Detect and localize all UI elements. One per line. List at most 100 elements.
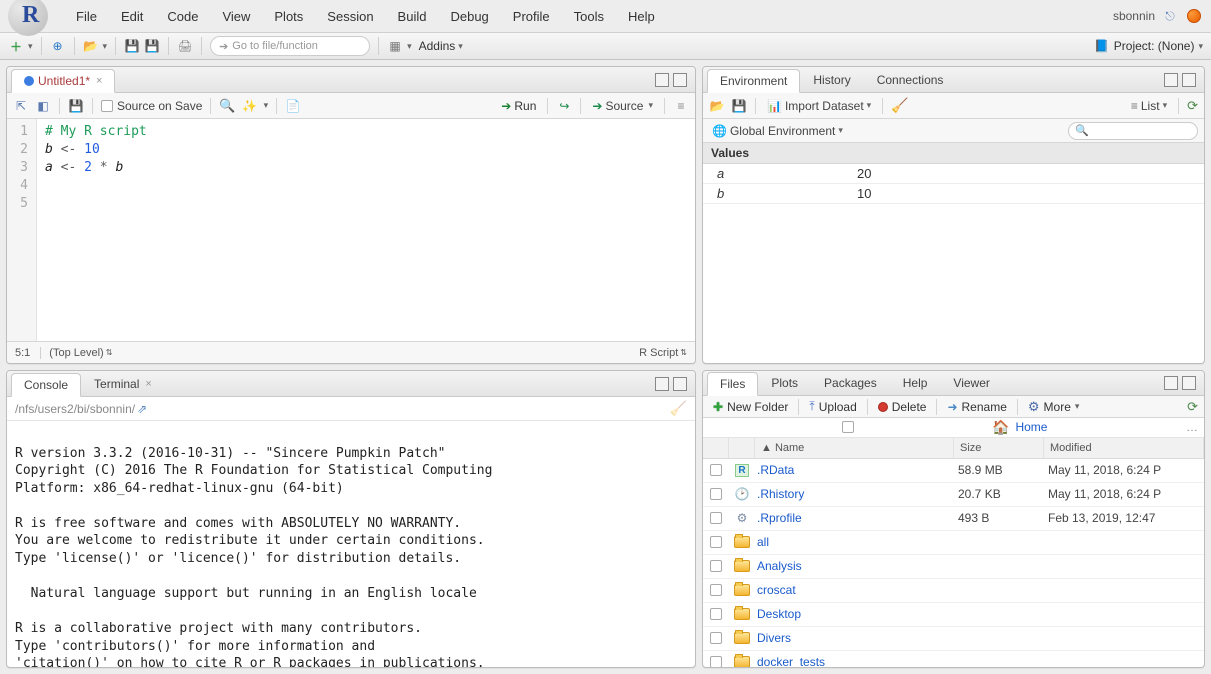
file-name[interactable]: .Rprofile — [755, 511, 954, 525]
save-source-icon[interactable]: 💾 — [68, 98, 84, 114]
load-workspace-icon[interactable]: 📂 — [709, 98, 725, 114]
maximize-pane-icon[interactable] — [673, 73, 687, 87]
menu-edit[interactable]: Edit — [109, 9, 155, 24]
file-checkbox[interactable] — [710, 584, 722, 596]
more-path-icon[interactable]: … — [1186, 420, 1198, 434]
new-folder-button[interactable]: ✚New Folder — [709, 399, 792, 415]
grid-icon[interactable]: ▦ — [387, 38, 403, 54]
find-replace-icon[interactable]: 🔍 — [219, 98, 235, 114]
file-name[interactable]: .RData — [755, 463, 954, 477]
file-name[interactable]: Analysis — [755, 559, 954, 573]
clear-console-icon[interactable]: 🧹 — [670, 400, 687, 417]
env-row[interactable]: b10 — [703, 184, 1204, 204]
run-button[interactable]: ➔ Run — [498, 98, 539, 114]
popout-icon[interactable]: ⇱ — [13, 98, 29, 114]
file-name[interactable]: croscat — [755, 583, 954, 597]
menu-file[interactable]: File — [64, 9, 109, 24]
console-tab-console[interactable]: Console — [11, 373, 81, 397]
files-tab-packages[interactable]: Packages — [811, 371, 890, 395]
files-tab-help[interactable]: Help — [890, 371, 941, 395]
file-checkbox[interactable] — [710, 632, 722, 644]
env-row[interactable]: a20 — [703, 164, 1204, 184]
new-file-dropdown[interactable]: ▾ — [28, 41, 33, 52]
file-checkbox[interactable] — [710, 608, 722, 620]
signout-icon[interactable]: ⎋ — [1161, 7, 1179, 25]
environment-scope-selector[interactable]: 🌐 Global Environment ▾ — [709, 123, 846, 139]
maximize-files-icon[interactable] — [1182, 376, 1196, 390]
select-all-checkbox[interactable] — [842, 421, 854, 433]
upload-button[interactable]: ⤒Upload — [805, 398, 860, 415]
menu-help[interactable]: Help — [616, 9, 667, 24]
col-name[interactable]: ▲ Name — [755, 438, 954, 458]
file-row[interactable]: Desktop — [703, 603, 1204, 627]
rename-button[interactable]: ➜Rename — [943, 399, 1010, 415]
file-row[interactable]: all — [703, 531, 1204, 555]
new-project-icon[interactable]: ⊕ — [50, 38, 66, 54]
project-dropdown[interactable]: ▾ — [1198, 41, 1203, 52]
console-tab-terminal[interactable]: Terminal× — [81, 372, 165, 396]
code-tools-dropdown[interactable]: ▾ — [264, 100, 269, 111]
maximize-console-icon[interactable] — [673, 377, 687, 391]
browse-dir-icon[interactable]: ⇗ — [137, 402, 147, 416]
compile-report-icon[interactable]: 📄 — [285, 98, 301, 114]
menu-code[interactable]: Code — [155, 9, 210, 24]
breadcrumb-home[interactable]: Home — [1015, 420, 1047, 434]
power-icon[interactable] — [1185, 7, 1203, 25]
goto-file-function-input[interactable]: ➔ Go to file/function — [210, 36, 370, 56]
show-in-new-window-icon[interactable]: ◧ — [35, 98, 51, 114]
maximize-env-icon[interactable] — [1182, 73, 1196, 87]
minimize-console-icon[interactable] — [655, 377, 669, 391]
print-icon[interactable]: 🖨 — [177, 38, 193, 54]
menu-profile[interactable]: Profile — [501, 9, 562, 24]
minimize-pane-icon[interactable] — [655, 73, 669, 87]
file-checkbox[interactable] — [710, 488, 722, 500]
code-editor[interactable]: 12345 # My R scriptb <- 10a <- 2 * b — [7, 119, 695, 341]
env-search-input[interactable]: 🔍 — [1068, 122, 1198, 140]
file-checkbox[interactable] — [710, 464, 722, 476]
magic-wand-icon[interactable]: ✨ — [242, 98, 258, 114]
source-on-save-checkbox[interactable]: Source on Save — [101, 99, 202, 113]
menu-session[interactable]: Session — [315, 9, 385, 24]
file-checkbox[interactable] — [710, 656, 722, 667]
close-terminal-icon[interactable]: × — [145, 378, 151, 390]
scope-selector[interactable]: (Top Level) ⇅ — [40, 347, 112, 359]
file-name[interactable]: .Rhistory — [755, 487, 954, 501]
addins-dropdown[interactable]: Addins ▾ — [416, 38, 466, 54]
file-row[interactable]: R.RData58.9 MBMay 11, 2018, 6:24 P — [703, 459, 1204, 483]
refresh-files-icon[interactable]: ⟳ — [1187, 399, 1198, 415]
files-tab-viewer[interactable]: Viewer — [940, 371, 1002, 395]
import-dataset-button[interactable]: 📊 Import Dataset ▾ — [764, 98, 874, 114]
env-tab-environment[interactable]: Environment — [707, 69, 800, 93]
file-name[interactable]: docker_tests — [755, 655, 954, 667]
file-name[interactable]: Divers — [755, 631, 954, 645]
outline-icon[interactable]: ≡ — [673, 98, 689, 114]
env-tab-history[interactable]: History — [800, 68, 863, 92]
minimize-env-icon[interactable] — [1164, 73, 1178, 87]
rerun-icon[interactable]: ↪ — [556, 98, 572, 114]
file-checkbox[interactable] — [710, 512, 722, 524]
files-tab-plots[interactable]: Plots — [758, 371, 811, 395]
source-button[interactable]: ➔ Source ▾ — [589, 98, 656, 114]
col-modified[interactable]: Modified — [1044, 438, 1204, 458]
file-checkbox[interactable] — [710, 560, 722, 572]
close-tab-icon[interactable]: × — [96, 75, 102, 87]
file-row[interactable]: 🕑.Rhistory20.7 KBMay 11, 2018, 6:24 P — [703, 483, 1204, 507]
more-button[interactable]: ⚙More ▾ — [1024, 398, 1084, 416]
menu-view[interactable]: View — [210, 9, 262, 24]
menu-tools[interactable]: Tools — [562, 9, 616, 24]
clear-workspace-icon[interactable]: 🧹 — [891, 97, 908, 114]
menu-build[interactable]: Build — [386, 9, 439, 24]
home-icon[interactable]: 🏠 — [992, 419, 1009, 436]
col-size[interactable]: Size — [954, 438, 1044, 458]
language-selector[interactable]: R Script ⇅ — [639, 347, 687, 359]
pane-layout-dropdown[interactable]: ▾ — [407, 41, 412, 52]
files-tab-files[interactable]: Files — [707, 372, 758, 396]
env-tab-connections[interactable]: Connections — [864, 68, 957, 92]
file-row[interactable]: docker_tests — [703, 651, 1204, 668]
file-row[interactable]: Divers — [703, 627, 1204, 651]
file-row[interactable]: croscat — [703, 579, 1204, 603]
menu-debug[interactable]: Debug — [438, 9, 500, 24]
save-workspace-icon[interactable]: 💾 — [731, 98, 747, 114]
file-name[interactable]: Desktop — [755, 607, 954, 621]
save-icon[interactable]: 💾 — [124, 38, 140, 54]
